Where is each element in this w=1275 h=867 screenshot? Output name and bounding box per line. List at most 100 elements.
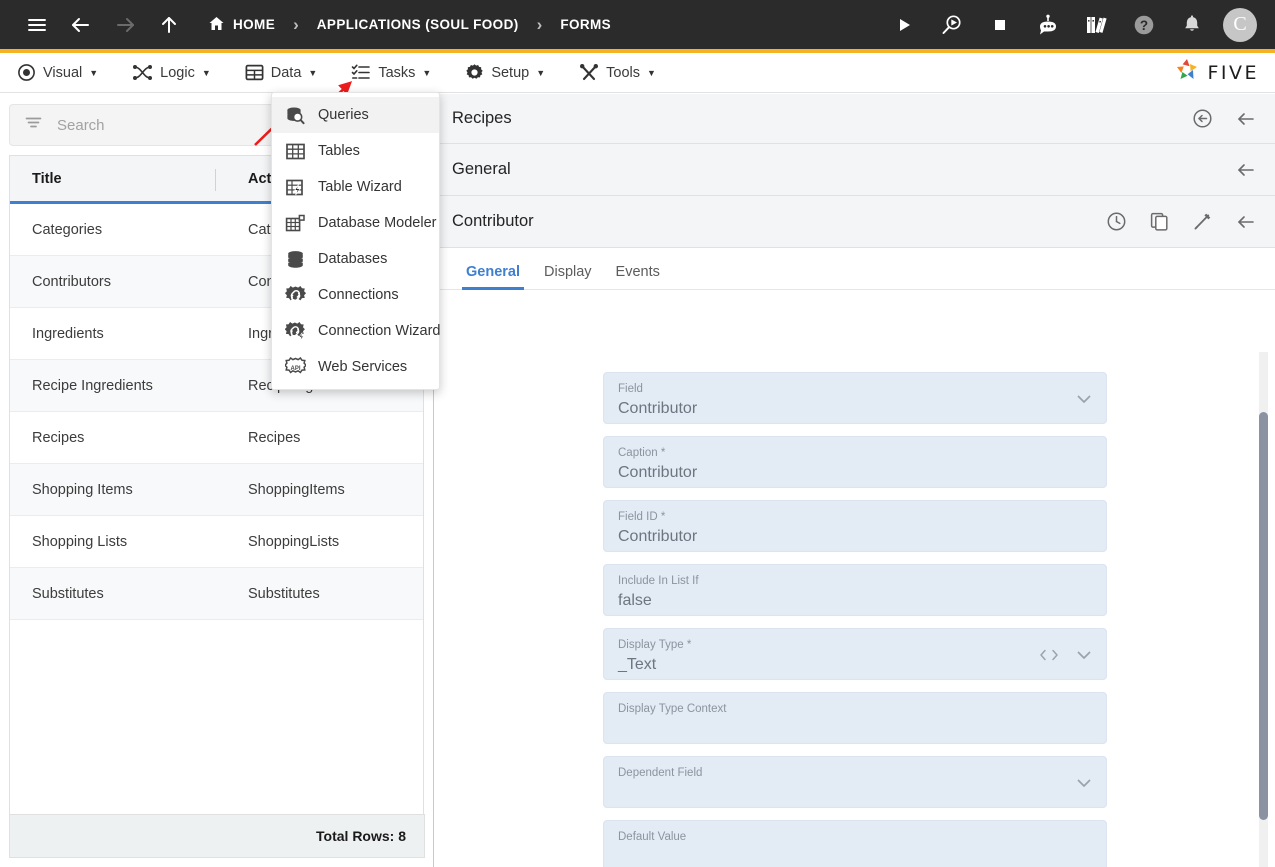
hamburger-icon[interactable]: [20, 8, 54, 42]
breadcrumb-separator: ›: [293, 14, 299, 34]
cell-title: Recipe Ingredients: [32, 377, 153, 394]
search-placeholder: Search: [57, 116, 105, 134]
cell-action: ShoppingLists: [248, 533, 340, 550]
menu-item-queries[interactable]: Queries: [272, 97, 439, 133]
cell-title: Substitutes: [32, 585, 104, 602]
menu-logic[interactable]: Logic ▼: [115, 53, 228, 93]
up-arrow-icon[interactable]: [152, 8, 186, 42]
edit-pencil-icon[interactable]: [1192, 211, 1213, 232]
total-rows-bar: Total Rows: 8: [9, 814, 425, 858]
field-label: Field: [618, 383, 643, 395]
menu-tools-label: Tools: [606, 64, 640, 81]
field-value: Contributor: [618, 400, 698, 417]
field-default-value[interactable]: Default Value: [603, 820, 1107, 867]
connection-wizard-icon: [285, 321, 306, 342]
chevron-down-icon[interactable]: [1074, 773, 1094, 793]
breadcrumb-forms[interactable]: FORMS: [560, 17, 611, 32]
menu-item-table-wizard[interactable]: Table Wizard: [272, 169, 439, 205]
fields-list: Field Contributor Caption * Contributor …: [435, 352, 1275, 867]
menu-item-web-services[interactable]: API Web Services: [272, 349, 439, 385]
panel-header-general: General: [435, 144, 1275, 196]
chevron-down-icon[interactable]: [1074, 389, 1094, 409]
cell-title: Shopping Lists: [32, 533, 128, 550]
breadcrumb-applications-label: APPLICATIONS (SOUL FOOD): [316, 17, 519, 32]
field-label: Dependent Field: [618, 767, 703, 779]
chevron-down-icon[interactable]: [1074, 645, 1094, 665]
chatbot-icon[interactable]: [1031, 8, 1065, 42]
table-row[interactable]: Shopping Items ShoppingItems: [10, 464, 423, 516]
cell-action: Recipes: [248, 429, 301, 446]
forward-arrow-icon[interactable]: [108, 8, 142, 42]
field-dependent-field[interactable]: Dependent Field: [603, 756, 1107, 808]
collapse-arrow-icon[interactable]: [1235, 211, 1257, 233]
menu-data-label: Data: [270, 64, 302, 81]
table-grid-icon: [285, 141, 306, 162]
field-value: Contributor: [618, 464, 698, 481]
table-wizard-icon: [285, 177, 306, 198]
collapse-arrow-icon[interactable]: [1235, 108, 1257, 130]
table-row[interactable]: Recipes Recipes: [10, 412, 423, 464]
five-logo: FIVE: [1174, 57, 1275, 88]
field-field[interactable]: Field Contributor: [603, 372, 1107, 424]
breadcrumb-applications[interactable]: APPLICATIONS (SOUL FOOD): [317, 17, 519, 32]
history-back-icon[interactable]: [1192, 108, 1213, 129]
breadcrumb-home[interactable]: HOME: [208, 15, 275, 35]
menu-item-connections[interactable]: Connections: [272, 277, 439, 313]
bell-icon[interactable]: [1175, 8, 1209, 42]
field-display-type[interactable]: Display Type * _Text: [603, 628, 1107, 680]
total-rows-label: Total Rows: 8: [316, 828, 406, 844]
application-window: HOME › APPLICATIONS (SOUL FOOD) › FORMS: [0, 0, 1275, 867]
menu-item-databases[interactable]: Databases: [272, 241, 439, 277]
breadcrumb-forms-label: FORMS: [560, 17, 612, 32]
topbar-left-group: HOME › APPLICATIONS (SOUL FOOD) › FORMS: [0, 8, 611, 42]
menu-setup[interactable]: Setup ▼: [448, 53, 562, 93]
collapse-arrow-icon[interactable]: [1235, 159, 1257, 181]
tab-general[interactable]: General: [454, 264, 532, 290]
cell-title: Recipes: [32, 429, 85, 446]
column-divider[interactable]: [215, 169, 216, 191]
stop-icon[interactable]: [983, 8, 1017, 42]
panel-header-recipes: Recipes: [435, 94, 1275, 144]
code-brackets-icon[interactable]: [1038, 647, 1060, 663]
library-icon[interactable]: [1079, 8, 1113, 42]
table-row[interactable]: Substitutes Substitutes: [10, 568, 423, 620]
help-icon[interactable]: ?: [1127, 8, 1161, 42]
menu-data[interactable]: Data ▼: [228, 53, 335, 93]
field-value: false: [618, 592, 652, 609]
cell-action: Substitutes: [248, 585, 320, 602]
field-include-in-list-if[interactable]: Include In List If false: [603, 564, 1107, 616]
copy-icon[interactable]: [1149, 211, 1170, 232]
contributor-header-actions: [1106, 211, 1275, 233]
menu-item-connection-wizard[interactable]: Connection Wizard: [272, 313, 441, 349]
menu-item-connection-wizard-label: Connection Wizard: [318, 323, 441, 339]
database-search-icon: [285, 105, 306, 126]
field-caption[interactable]: Caption * Contributor: [603, 436, 1107, 488]
search-run-icon[interactable]: [935, 8, 969, 42]
five-logo-text: FIVE: [1207, 61, 1259, 84]
table-row[interactable]: Shopping Lists ShoppingLists: [10, 516, 423, 568]
tab-events[interactable]: Events: [604, 264, 672, 289]
menu-tasks[interactable]: Tasks ▼: [334, 53, 448, 93]
back-arrow-icon[interactable]: [64, 8, 98, 42]
field-display-type-context[interactable]: Display Type Context: [603, 692, 1107, 744]
tab-display[interactable]: Display: [532, 264, 604, 289]
menu-setup-label: Setup: [491, 64, 530, 81]
play-icon[interactable]: [887, 8, 921, 42]
menu-item-database-modeler[interactable]: Database Modeler: [272, 205, 439, 241]
menu-logic-label: Logic: [160, 64, 195, 81]
menu-item-tables[interactable]: Tables: [272, 133, 439, 169]
field-label: Include In List If: [618, 575, 699, 587]
clock-icon[interactable]: [1106, 211, 1127, 232]
avatar[interactable]: C: [1223, 7, 1257, 42]
gear-icon: [465, 63, 484, 82]
menu-visual[interactable]: Visual ▼: [0, 53, 115, 93]
column-header-title[interactable]: Title: [10, 171, 226, 187]
field-field-id[interactable]: Field ID * Contributor: [603, 500, 1107, 552]
logic-icon: [132, 63, 153, 82]
form-scrollbar-thumb[interactable]: [1259, 412, 1268, 820]
cell-title: Ingredients: [32, 325, 104, 342]
form-detail-panel: Recipes General Contributor General Disp…: [435, 94, 1275, 867]
menu-tools[interactable]: Tools ▼: [562, 53, 673, 93]
form-fields-area: Field Contributor Caption * Contributor …: [435, 352, 1275, 867]
svg-text:?: ?: [1140, 18, 1148, 33]
